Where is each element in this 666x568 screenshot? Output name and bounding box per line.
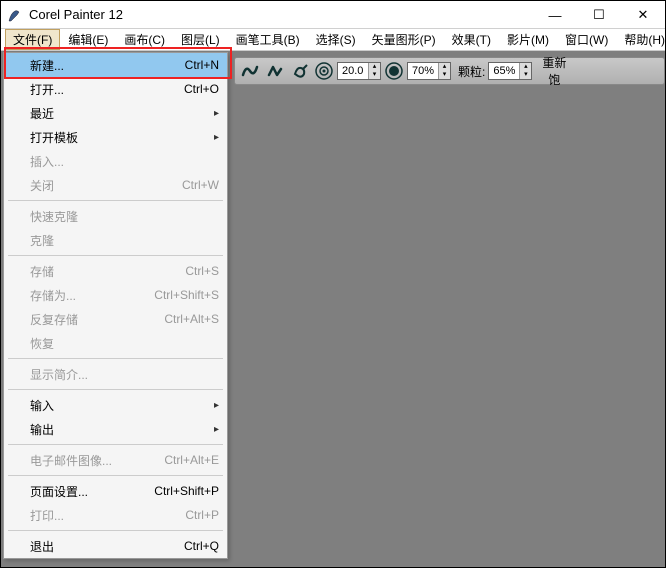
menu-item-label: 快速克隆 [30, 208, 219, 225]
menu-6[interactable]: 矢量图形(P) [364, 29, 444, 50]
minimize-button[interactable]: — [533, 1, 577, 29]
menu-item-label: 最近 [30, 105, 219, 122]
menu-8[interactable]: 影片(M) [499, 29, 557, 50]
menu-item-label: 插入... [30, 153, 219, 170]
opacity-value: 70% [408, 65, 438, 77]
menu-item-label: 克隆 [30, 232, 219, 249]
menu-item-shortcut: Ctrl+O [184, 82, 219, 96]
menu-item-4: 插入... [4, 149, 227, 173]
menu-item-0[interactable]: 新建...Ctrl+N [4, 53, 227, 77]
menu-item-25[interactable]: 退出Ctrl+Q [4, 534, 227, 558]
menu-item-shortcut: Ctrl+Q [184, 539, 219, 553]
brush-squiggle-icon[interactable] [239, 60, 261, 82]
menu-item-label: 退出 [30, 538, 184, 555]
menu-separator [8, 530, 223, 531]
chevron-down-icon[interactable]: ▾ [439, 71, 450, 79]
menu-item-7: 快速克隆 [4, 204, 227, 228]
menu-item-shortcut: Ctrl+N [185, 58, 219, 72]
opacity-spinner[interactable]: 70% ▴▾ [407, 62, 451, 80]
menu-item-label: 存储 [30, 263, 185, 280]
chevron-right-icon: ▸ [214, 108, 219, 119]
menu-item-15: 显示简介... [4, 362, 227, 386]
chevron-up-icon[interactable]: ▴ [369, 63, 380, 71]
chevron-down-icon[interactable]: ▾ [520, 71, 531, 79]
chevron-right-icon: ▸ [214, 400, 219, 411]
menu-item-8: 克隆 [4, 228, 227, 252]
menu-item-shortcut: Ctrl+Alt+S [164, 312, 219, 326]
menu-9[interactable]: 窗口(W) [557, 29, 616, 50]
menu-item-10: 存储Ctrl+S [4, 259, 227, 283]
menu-item-shortcut: Ctrl+S [185, 264, 219, 278]
chevron-right-icon: ▸ [214, 132, 219, 143]
menu-item-label: 电子邮件图像... [30, 452, 164, 469]
app-icon [7, 7, 23, 23]
menu-item-label: 新建... [30, 57, 185, 74]
resat-label: 重新饱 [539, 54, 569, 88]
menu-item-22[interactable]: 页面设置...Ctrl+Shift+P [4, 479, 227, 503]
close-button[interactable]: ✕ [621, 1, 665, 29]
menu-item-shortcut: Ctrl+Shift+S [154, 288, 219, 302]
menu-separator [8, 475, 223, 476]
menu-item-shortcut: Ctrl+Shift+P [154, 484, 219, 498]
menu-item-label: 输出 [30, 421, 219, 438]
file-menu-dropdown: 新建...Ctrl+N打开...Ctrl+O最近▸打开模板▸插入...关闭Ctr… [3, 52, 228, 559]
menu-0[interactable]: 文件(F) [5, 29, 60, 50]
menu-item-shortcut: Ctrl+Alt+E [164, 453, 219, 467]
menu-item-11: 存储为...Ctrl+Shift+S [4, 283, 227, 307]
menu-item-12: 反复存储Ctrl+Alt+S [4, 307, 227, 331]
menu-item-label: 打开模板 [30, 129, 219, 146]
menu-item-label: 反复存储 [30, 311, 164, 328]
menu-5[interactable]: 选择(S) [308, 29, 364, 50]
brush-toolbar: 20.0 ▴▾ 70% ▴▾ 颗粒: 65% ▴▾ 重新饱 [234, 57, 665, 85]
chevron-up-icon[interactable]: ▴ [520, 63, 531, 71]
menu-item-label: 输入 [30, 397, 219, 414]
menu-item-13: 恢复 [4, 331, 227, 355]
grain-label: 颗粒: [458, 63, 485, 80]
menu-item-label: 打开... [30, 81, 184, 98]
menu-item-label: 显示简介... [30, 366, 219, 383]
menu-7[interactable]: 效果(T) [444, 29, 499, 50]
menu-item-label: 打印... [30, 507, 185, 524]
menu-4[interactable]: 画笔工具(B) [228, 29, 308, 50]
menu-separator [8, 255, 223, 256]
menu-3[interactable]: 图层(L) [173, 29, 228, 50]
menu-1[interactable]: 编辑(E) [60, 29, 116, 50]
menu-item-2[interactable]: 最近▸ [4, 101, 227, 125]
menu-item-3[interactable]: 打开模板▸ [4, 125, 227, 149]
opacity-target-icon[interactable] [384, 61, 404, 81]
menu-item-label: 恢复 [30, 335, 219, 352]
brush-shape-icon[interactable] [264, 60, 286, 82]
menu-item-label: 页面设置... [30, 483, 154, 500]
brush-size-spinner[interactable]: 20.0 ▴▾ [337, 62, 381, 80]
menu-item-label: 关闭 [30, 177, 182, 194]
menu-2[interactable]: 画布(C) [116, 29, 173, 50]
menu-separator [8, 444, 223, 445]
menu-item-shortcut: Ctrl+W [182, 178, 219, 192]
chevron-down-icon[interactable]: ▾ [369, 71, 380, 79]
menu-item-20: 电子邮件图像...Ctrl+Alt+E [4, 448, 227, 472]
menu-separator [8, 200, 223, 201]
menu-item-23: 打印...Ctrl+P [4, 503, 227, 527]
menu-separator [8, 358, 223, 359]
brush-paint-icon[interactable] [289, 60, 311, 82]
size-target-icon[interactable] [314, 61, 334, 81]
chevron-up-icon[interactable]: ▴ [439, 63, 450, 71]
menu-item-shortcut: Ctrl+P [185, 508, 219, 522]
titlebar: Corel Painter 12 — ☐ ✕ [1, 1, 665, 29]
grain-value: 65% [489, 65, 519, 77]
brush-size-value: 20.0 [338, 65, 368, 77]
menu-item-17[interactable]: 输入▸ [4, 393, 227, 417]
menubar: 文件(F)编辑(E)画布(C)图层(L)画笔工具(B)选择(S)矢量图形(P)效… [1, 29, 665, 51]
app-title: Corel Painter 12 [29, 7, 123, 22]
window-controls: — ☐ ✕ [533, 1, 665, 29]
menu-separator [8, 389, 223, 390]
maximize-button[interactable]: ☐ [577, 1, 621, 29]
grain-spinner[interactable]: 65% ▴▾ [488, 62, 532, 80]
menu-10[interactable]: 帮助(H) [616, 29, 666, 50]
menu-item-5: 关闭Ctrl+W [4, 173, 227, 197]
chevron-right-icon: ▸ [214, 424, 219, 435]
menu-item-1[interactable]: 打开...Ctrl+O [4, 77, 227, 101]
menu-item-18[interactable]: 输出▸ [4, 417, 227, 441]
menu-item-label: 存储为... [30, 287, 154, 304]
